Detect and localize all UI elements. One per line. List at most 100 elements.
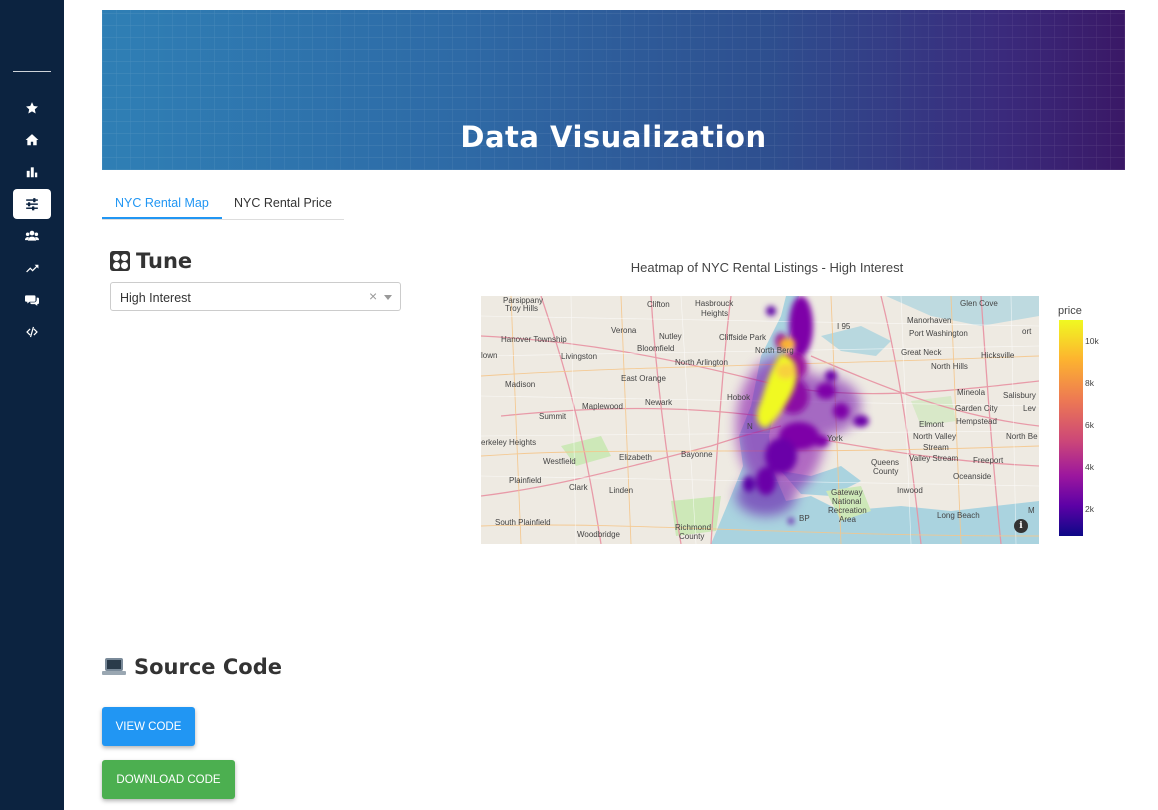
map-heatmap[interactable]: Parsippany Troy Hills Clifton Hasbrouck … [481, 296, 1039, 544]
map-label: I 95 [837, 322, 851, 331]
map-label: Manorhaven [907, 316, 952, 325]
tune-heading: Tune [110, 249, 192, 273]
map-info-icon[interactable]: i [1014, 519, 1028, 533]
map-label: Heights [701, 309, 729, 318]
view-code-button[interactable]: VIEW CODE [102, 707, 195, 746]
map-label: Plainfield [509, 476, 542, 485]
map-label: Salisbury [1003, 391, 1036, 400]
map-label: Troy Hills [505, 304, 539, 313]
map-label: Port Washington [909, 329, 968, 338]
map-label: East Orange [621, 374, 666, 383]
map-label: Lev [1023, 404, 1036, 413]
sidebar-item-tune[interactable] [13, 189, 51, 219]
sidebar-item-comments[interactable] [13, 285, 51, 315]
sidebar-item-star[interactable] [13, 93, 51, 123]
map-label: Stream [923, 443, 949, 452]
comments-icon [25, 295, 39, 306]
map-label: Hicksville [981, 351, 1015, 360]
select-value: High Interest [120, 291, 191, 305]
map-label: Bayonne [681, 450, 713, 459]
sidebar [0, 0, 64, 810]
map-label: BP [799, 514, 810, 523]
sidebar-item-code[interactable] [13, 317, 51, 347]
tune-title-text: Tune [136, 249, 193, 273]
page-title: Data Visualization [460, 120, 767, 154]
map-label: Westfield [543, 457, 576, 466]
trending-up-icon [26, 264, 39, 273]
colorbar-tick: 10k [1085, 336, 1099, 346]
home-icon [25, 134, 39, 146]
map-label: Garden City [955, 404, 998, 413]
map-label: Bloomfield [637, 344, 675, 353]
clear-selection-icon[interactable]: × [369, 288, 377, 304]
control-knobs-icon [110, 251, 130, 271]
map-label: South Plainfield [495, 518, 551, 527]
map-label: North Hills [931, 362, 968, 371]
map-label: N [747, 422, 753, 431]
sidebar-item-home[interactable] [13, 125, 51, 155]
map-label: Elmont [919, 420, 944, 429]
map-label: Hempstead [956, 417, 997, 426]
colorbar-tick: 6k [1085, 420, 1094, 430]
map-label: Cliffside Park [719, 333, 766, 342]
colorbar-tick: 4k [1085, 462, 1094, 472]
map-label: Hasbrouck [695, 299, 734, 308]
sidebar-item-users[interactable] [13, 221, 51, 251]
tab-nyc-rental-price[interactable]: NYC Rental Price [234, 196, 332, 210]
map-label: Oceanside [953, 472, 992, 481]
hero-banner: Data Visualization [102, 10, 1125, 170]
map-label: County [679, 532, 705, 541]
map-label: Newark [645, 398, 673, 407]
map-label: National [832, 497, 862, 506]
sliders-icon [26, 198, 38, 211]
map-label: Gateway [831, 488, 863, 497]
map-label: erkeley Heights [481, 438, 537, 447]
map-label: Summit [539, 412, 567, 421]
map-label: Woodbridge [577, 530, 620, 539]
map-label: North Valley [913, 432, 956, 441]
map-label: Hanover Township [501, 335, 567, 344]
map-label: Nutley [659, 332, 682, 341]
colorbar-tick: 8k [1085, 378, 1094, 388]
map-label: Queens [871, 458, 900, 467]
map-label: North Be [1006, 432, 1038, 441]
map-label: Great Neck [901, 348, 942, 357]
map-label: Linden [609, 486, 634, 495]
map-label: Clark [569, 483, 588, 492]
map-label: Inwood [897, 486, 923, 495]
map-label: Hobok [727, 393, 751, 402]
tab-nyc-rental-map[interactable]: NYC Rental Map [115, 196, 209, 210]
map-label: Verona [611, 326, 637, 335]
map-label: County [873, 467, 899, 476]
map-label: Long Beach [937, 511, 980, 520]
source-code-heading: Source Code [102, 655, 282, 679]
users-icon [25, 230, 39, 241]
tab-bar: NYC Rental Map NYC Rental Price [102, 190, 344, 220]
map-label: Clifton [647, 300, 670, 309]
code-icon [26, 326, 38, 338]
map-label: Valley Stream [909, 454, 959, 463]
map-label: Livingston [561, 352, 598, 361]
map-label: Elizabeth [619, 453, 652, 462]
active-tab-indicator [102, 217, 222, 219]
map-label: Glen Cove [960, 299, 998, 308]
map-label: Madison [505, 380, 536, 389]
map-label: Area [839, 515, 856, 524]
download-code-button[interactable]: DOWNLOAD CODE [102, 760, 235, 799]
colorbar-title: price [1058, 305, 1082, 317]
chart-title: Heatmap of NYC Rental Listings - High In… [630, 260, 904, 275]
map-label: lown [481, 351, 498, 360]
sidebar-item-trending[interactable] [13, 253, 51, 283]
sidebar-item-charts[interactable] [13, 157, 51, 187]
star-icon [26, 102, 38, 114]
source-code-title-text: Source Code [134, 655, 282, 679]
map-label: Richmond [675, 523, 712, 532]
interest-level-select[interactable]: High Interest × [110, 282, 401, 311]
map-label: North Arlington [675, 358, 728, 367]
map-label: ort [1022, 327, 1032, 336]
map-label: Mineola [957, 388, 986, 397]
map-label: M [1028, 506, 1035, 515]
map-label: North Berg [755, 346, 794, 355]
map-label: Recreation [828, 506, 867, 515]
chevron-down-icon[interactable] [384, 295, 392, 300]
